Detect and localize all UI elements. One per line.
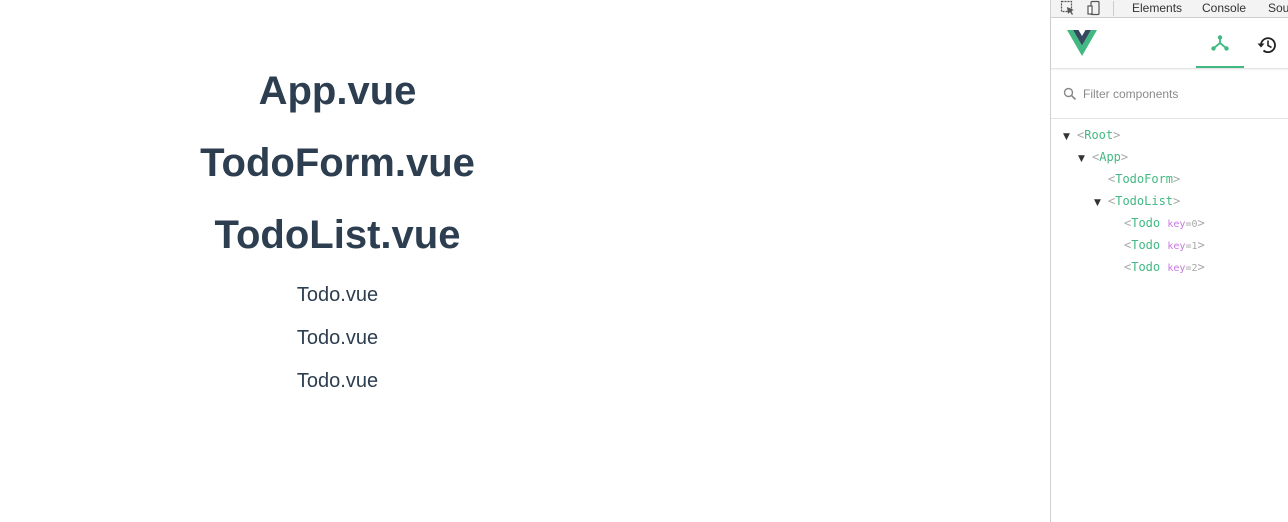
heading-todolist: TodoList.vue xyxy=(214,213,461,257)
tree-node-todo[interactable]: <Todo key=2> xyxy=(1124,256,1205,278)
components-icon xyxy=(1211,35,1229,51)
tag-close: > xyxy=(1197,260,1205,274)
heading-app: App.vue xyxy=(258,69,417,113)
component-name: TodoList xyxy=(1115,194,1174,208)
app-viewport: App.vue TodoForm.vue TodoList.vue Todo.v… xyxy=(0,0,1050,522)
tag-close: > xyxy=(1120,150,1129,164)
heading-todoform: TodoForm.vue xyxy=(200,141,475,185)
tag-close: > xyxy=(1197,216,1205,230)
tag-close: > xyxy=(1197,238,1205,252)
devtools-panel: Elements Console Sou Filter components ▼… xyxy=(1050,0,1288,522)
filter-components-input[interactable] xyxy=(1083,85,1273,103)
tab-sources[interactable]: Sou xyxy=(1268,1,1288,16)
tabbar-divider xyxy=(1113,1,1114,16)
tree-node-root[interactable]: ▼ <Root> xyxy=(1063,124,1120,146)
todo-item: Todo.vue xyxy=(296,284,379,306)
key-label: key xyxy=(1167,263,1186,274)
history-icon[interactable] xyxy=(1256,35,1278,60)
expand-arrow-icon[interactable]: ▼ xyxy=(1094,192,1108,214)
component-name: Root xyxy=(1084,128,1114,142)
filter-bar xyxy=(1051,76,1288,119)
todo-item: Todo.vue xyxy=(296,370,379,392)
key-label: key xyxy=(1167,241,1186,252)
expand-arrow-icon[interactable]: ▼ xyxy=(1063,126,1077,148)
tab-console[interactable]: Console xyxy=(1202,1,1246,16)
component-name: Todo xyxy=(1131,260,1161,274)
devtools-tabbar: Elements Console Sou xyxy=(1051,0,1288,18)
search-icon xyxy=(1063,87,1077,101)
component-name: TodoForm xyxy=(1115,172,1174,186)
component-name: App xyxy=(1099,150,1121,164)
vue-logo-icon xyxy=(1067,30,1097,61)
tree-node-todolist[interactable]: ▼ <TodoList> xyxy=(1094,190,1180,212)
vue-devtools-header xyxy=(1051,18,1288,69)
component-name: Todo xyxy=(1131,216,1161,230)
tag-close: > xyxy=(1173,194,1181,208)
tree-node-todo[interactable]: <Todo key=1> xyxy=(1124,234,1205,256)
tag-close: > xyxy=(1113,128,1121,142)
tag-close: > xyxy=(1173,172,1181,186)
todo-item: Todo.vue xyxy=(296,327,379,349)
expand-arrow-icon[interactable]: ▼ xyxy=(1078,148,1092,170)
device-icon[interactable] xyxy=(1087,0,1105,17)
key-label: key xyxy=(1167,219,1186,230)
tree-node-todoform[interactable]: <TodoForm> xyxy=(1108,168,1180,190)
components-tab[interactable] xyxy=(1196,18,1244,68)
tree-node-app[interactable]: ▼ <App> xyxy=(1078,146,1128,168)
tree-node-todo[interactable]: <Todo key=0> xyxy=(1124,212,1205,234)
tab-elements[interactable]: Elements xyxy=(1132,1,1182,16)
component-name: Todo xyxy=(1131,238,1161,252)
inspect-icon[interactable] xyxy=(1060,0,1078,17)
